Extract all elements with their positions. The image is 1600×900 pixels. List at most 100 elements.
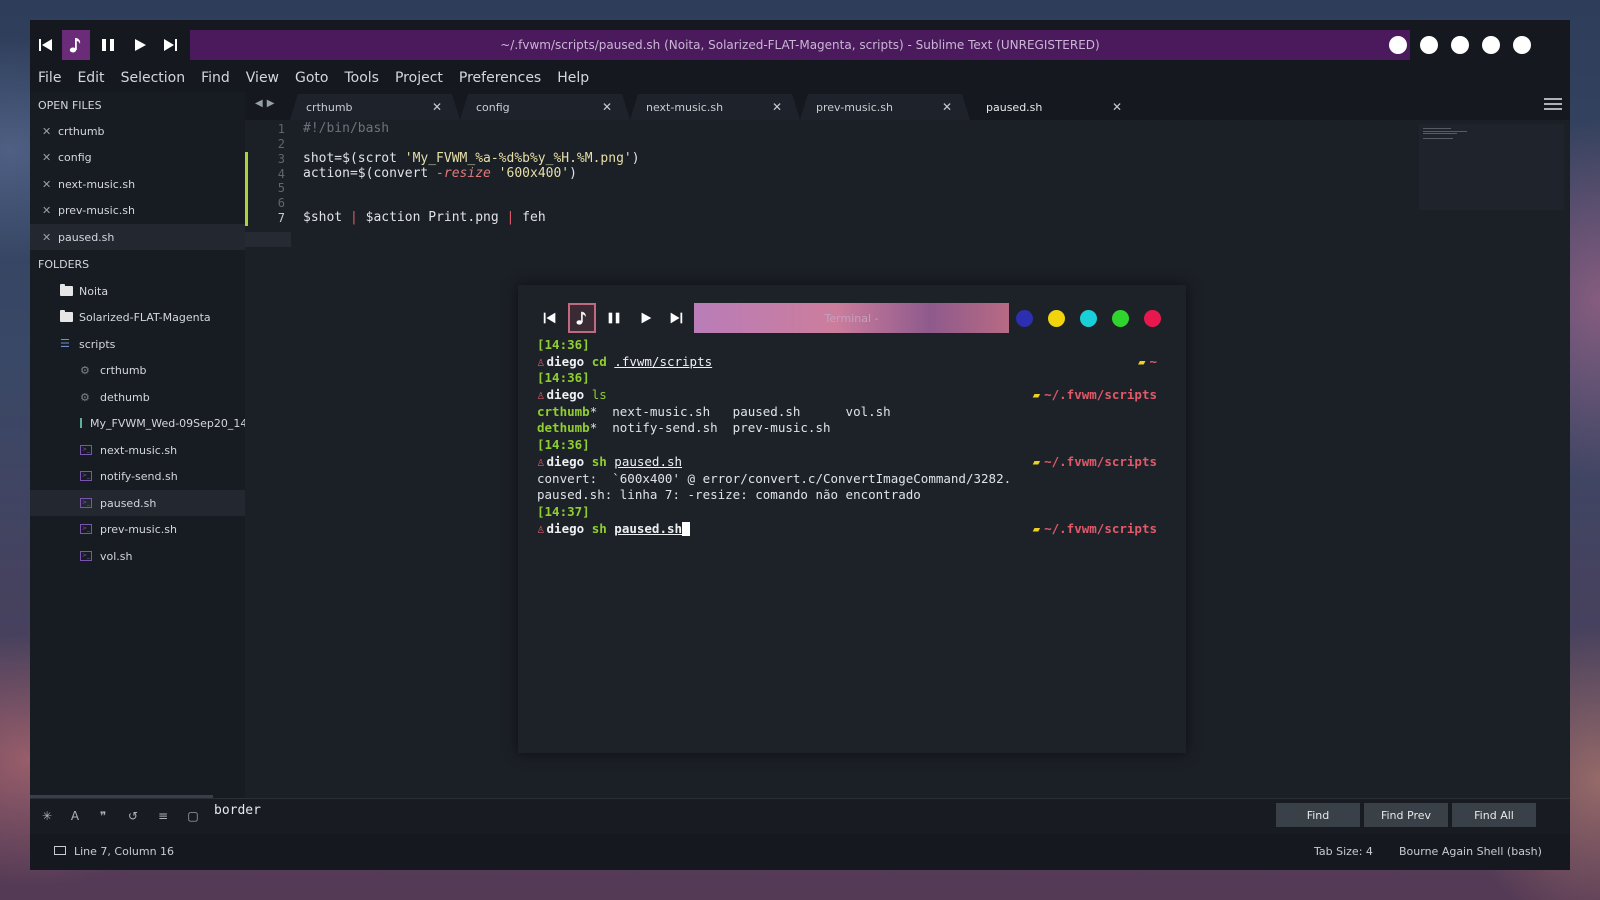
command: cd bbox=[591, 353, 607, 369]
window-button-4[interactable] bbox=[1482, 36, 1500, 54]
open-file-next-music[interactable]: ✕ next-music.sh bbox=[30, 171, 245, 197]
music-note-icon[interactable] bbox=[568, 303, 596, 333]
prompt-path: ~/.fvwm/scripts bbox=[1044, 453, 1157, 469]
user-icon: ♙ bbox=[537, 453, 545, 469]
command: ls bbox=[591, 387, 607, 403]
tab-paused[interactable]: paused.sh ✕ bbox=[970, 94, 1140, 120]
terminal-output[interactable]: [14:36] ♙ diego cd .fvwm/scripts ▰ ~ [14:36… bbox=[537, 337, 1157, 537]
menu-edit[interactable]: Edit bbox=[69, 66, 112, 90]
file-label: crthumb bbox=[100, 363, 147, 377]
close-icon[interactable]: ✕ bbox=[42, 231, 52, 244]
file-vol[interactable]: >_ vol.sh bbox=[30, 543, 245, 569]
folder-noita[interactable]: Noita bbox=[30, 278, 245, 304]
file-screenshot[interactable]: My_FVWM_Wed-09Sep20_14. bbox=[30, 410, 245, 436]
tab-crthumb[interactable]: crthumb ✕ bbox=[290, 94, 460, 120]
folder-solarized[interactable]: Solarized-FLAT-Magenta bbox=[30, 304, 245, 330]
next-track-icon[interactable] bbox=[662, 303, 690, 333]
find-prev-button[interactable]: Find Prev bbox=[1364, 803, 1448, 827]
wrap-toggle-icon[interactable]: ↺ bbox=[126, 809, 140, 823]
terminal-dot-red[interactable] bbox=[1144, 310, 1161, 327]
syntax-mode[interactable]: Bourne Again Shell (bash) bbox=[1399, 845, 1542, 858]
highlight-matches-toggle-icon[interactable]: ▢ bbox=[186, 809, 200, 823]
sidebar-scrollbar[interactable] bbox=[30, 795, 213, 798]
folders-heading: FOLDERS bbox=[38, 258, 90, 271]
close-icon[interactable]: ✕ bbox=[1112, 100, 1122, 114]
play-icon[interactable] bbox=[632, 303, 660, 333]
music-note-icon[interactable] bbox=[62, 30, 90, 60]
minimap[interactable] bbox=[1419, 124, 1564, 210]
file-paused[interactable]: >_ paused.sh bbox=[30, 490, 245, 516]
file-prev-music[interactable]: >_ prev-music.sh bbox=[30, 516, 245, 542]
pause-icon[interactable] bbox=[94, 30, 122, 60]
terminal-dot-green[interactable] bbox=[1112, 310, 1129, 327]
open-file-paused[interactable]: ✕ paused.sh bbox=[30, 224, 245, 250]
menu-tools[interactable]: Tools bbox=[336, 66, 387, 90]
close-icon[interactable]: ✕ bbox=[432, 100, 442, 114]
next-track-icon[interactable] bbox=[156, 30, 184, 60]
whole-word-toggle-icon[interactable]: ❞ bbox=[96, 809, 110, 823]
menu-goto[interactable]: Goto bbox=[287, 66, 336, 90]
file-crthumb[interactable]: ⚙ crthumb bbox=[30, 357, 245, 383]
window-button-5[interactable] bbox=[1513, 36, 1531, 54]
menu-project[interactable]: Project bbox=[387, 66, 451, 90]
menu-view[interactable]: View bbox=[238, 66, 287, 90]
code-comment: #!/bin/bash bbox=[303, 121, 390, 136]
terminal-window[interactable]: Terminal - [14:36] ♙ diego cd .fvwm/scrip… bbox=[518, 285, 1186, 753]
close-icon[interactable]: ✕ bbox=[42, 204, 52, 217]
tab-nav-arrows-icon[interactable]: ◀▶ bbox=[255, 98, 278, 109]
menu-file[interactable]: File bbox=[30, 66, 69, 90]
menu-find[interactable]: Find bbox=[193, 66, 238, 90]
regex-toggle-icon[interactable]: ✳ bbox=[40, 809, 54, 823]
code-text: shot=$(scrot bbox=[303, 151, 405, 166]
tab-config[interactable]: config ✕ bbox=[460, 94, 630, 120]
open-file-prev-music[interactable]: ✕ prev-music.sh bbox=[30, 197, 245, 223]
file-label: notify-send.sh bbox=[100, 469, 178, 483]
close-icon[interactable]: ✕ bbox=[602, 100, 612, 114]
file-notify-send[interactable]: >_ notify-send.sh bbox=[30, 463, 245, 489]
prompt-time: [14:37] bbox=[537, 503, 590, 519]
window-button-3[interactable] bbox=[1451, 36, 1469, 54]
file-dethumb[interactable]: ⚙ dethumb bbox=[30, 384, 245, 410]
close-icon[interactable]: ✕ bbox=[942, 100, 952, 114]
close-icon[interactable]: ✕ bbox=[42, 151, 52, 164]
tab-next-music[interactable]: next-music.sh ✕ bbox=[630, 94, 800, 120]
cursor-position: Line 7, Column 16 bbox=[74, 845, 175, 858]
menu-icon[interactable] bbox=[1544, 98, 1562, 113]
command-arg: .fvwm/scripts bbox=[614, 353, 713, 369]
find-button[interactable]: Find bbox=[1276, 803, 1360, 827]
file-label: paused.sh bbox=[100, 496, 157, 510]
menu-help[interactable]: Help bbox=[549, 66, 597, 90]
menu-preferences[interactable]: Preferences bbox=[451, 66, 549, 90]
window-button-2[interactable] bbox=[1420, 36, 1438, 54]
panel-toggle-icon[interactable] bbox=[54, 846, 66, 855]
case-toggle-icon[interactable]: A bbox=[68, 809, 82, 823]
tab-prev-music[interactable]: prev-music.sh ✕ bbox=[800, 94, 970, 120]
pause-icon[interactable] bbox=[600, 303, 628, 333]
find-all-button[interactable]: Find All bbox=[1452, 803, 1536, 827]
in-selection-toggle-icon[interactable]: ≡ bbox=[156, 809, 170, 823]
close-icon[interactable]: ✕ bbox=[42, 125, 52, 138]
previous-track-icon[interactable] bbox=[536, 303, 564, 333]
close-icon[interactable]: ✕ bbox=[42, 178, 52, 191]
ls-output: * next-music.sh paused.sh vol.sh bbox=[589, 403, 891, 419]
find-input[interactable]: border bbox=[214, 803, 261, 818]
tab-size[interactable]: Tab Size: 4 bbox=[1314, 845, 1373, 858]
previous-track-icon[interactable] bbox=[32, 30, 60, 60]
file-next-music[interactable]: >_ next-music.sh bbox=[30, 437, 245, 463]
window-button-1[interactable] bbox=[1389, 36, 1407, 54]
prompt-user: diego bbox=[546, 520, 585, 536]
open-file-crthumb[interactable]: ✕ crthumb bbox=[30, 118, 245, 144]
gear-icon: ⚙ bbox=[80, 390, 90, 404]
terminal-dot-cyan[interactable] bbox=[1080, 310, 1097, 327]
terminal-dot-blue[interactable] bbox=[1016, 310, 1033, 327]
play-icon[interactable] bbox=[126, 30, 154, 60]
close-icon[interactable]: ✕ bbox=[772, 100, 782, 114]
open-file-config[interactable]: ✕ config bbox=[30, 144, 245, 170]
folder-scripts[interactable]: ☰ scripts bbox=[30, 331, 245, 357]
ls-exec-entry: crthumb bbox=[537, 403, 590, 419]
prompt-user: diego bbox=[546, 353, 585, 369]
terminal-dot-yellow[interactable] bbox=[1048, 310, 1065, 327]
terminal-title-bar: Terminal - bbox=[536, 303, 1166, 333]
menu-selection[interactable]: Selection bbox=[113, 66, 194, 90]
folder-label: Solarized-FLAT-Magenta bbox=[79, 310, 211, 324]
